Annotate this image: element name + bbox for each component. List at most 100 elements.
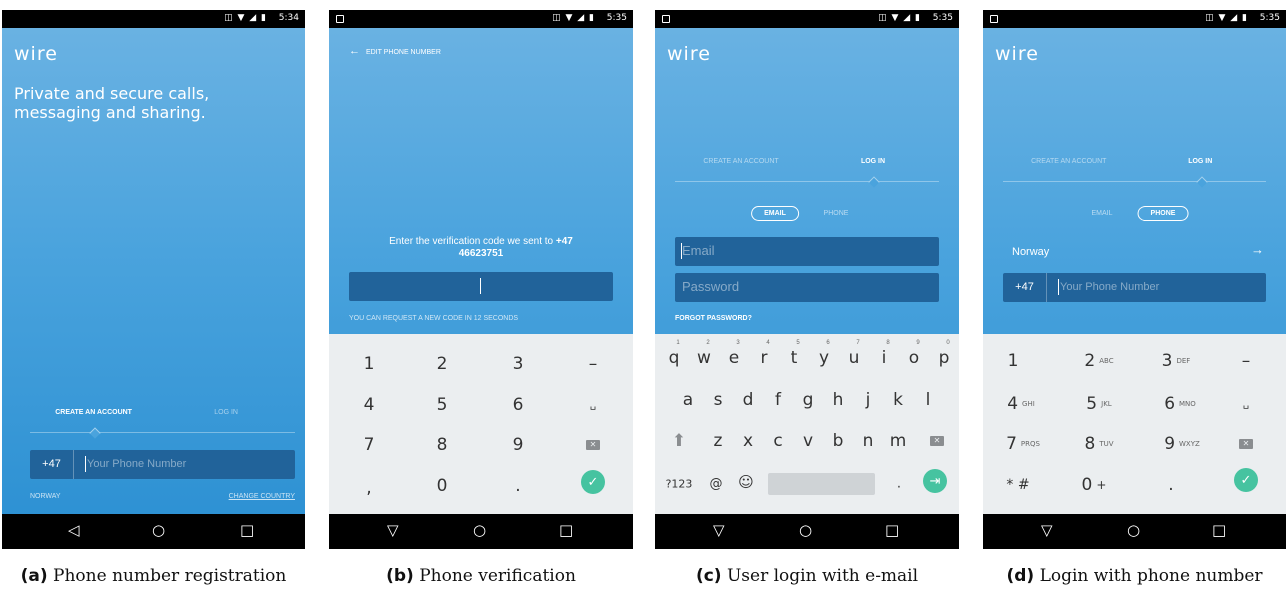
back-nav-icon[interactable]: ▽ [387, 520, 399, 540]
key-dash[interactable]: – [589, 354, 598, 374]
key-6[interactable]: 6 MNO [1164, 394, 1196, 414]
emoji-icon[interactable]: ☺ [738, 473, 754, 491]
key-6[interactable]: 6 [513, 395, 524, 415]
recents-nav-icon[interactable]: □ [240, 520, 254, 540]
back-nav-icon[interactable]: ◁ [68, 520, 80, 540]
key-1[interactable]: 1 [1008, 351, 1019, 371]
key-x[interactable]: x [743, 431, 753, 451]
key-d[interactable]: d [743, 390, 754, 410]
mode-email[interactable]: EMAIL [751, 206, 799, 221]
checkmark-icon[interactable]: ✓ [581, 470, 605, 494]
key-1[interactable]: 1 [364, 354, 375, 374]
shift-icon[interactable]: ⬆ [672, 431, 686, 451]
tab-create-account[interactable]: CREATE AN ACCOUNT [703, 158, 778, 165]
key-r[interactable]: r [761, 348, 768, 368]
key-3[interactable]: 3 [513, 354, 524, 374]
key-i[interactable]: i [882, 348, 887, 368]
at-key[interactable]: @ [710, 477, 723, 492]
key-g[interactable]: g [803, 390, 814, 410]
phone-number-field[interactable]: +47 Your Phone Number [1003, 273, 1266, 302]
mode-email[interactable]: EMAIL [1091, 210, 1112, 217]
forgot-password-link[interactable]: FORGOT PASSWORD? [675, 315, 752, 322]
backspace-icon[interactable]: ✕ [930, 436, 944, 446]
mode-phone[interactable]: PHONE [1137, 206, 1189, 221]
key-u[interactable]: u [849, 348, 860, 368]
key-7[interactable]: 7 [364, 435, 375, 455]
mode-phone[interactable]: PHONE [824, 210, 849, 217]
key-period[interactable]: . [1168, 475, 1173, 495]
phone-number-field[interactable]: +47 Your Phone Number [30, 450, 295, 479]
country-code[interactable]: +47 [1003, 273, 1047, 302]
key-9[interactable]: 9 [513, 435, 524, 455]
key-v[interactable]: v [803, 431, 813, 451]
recents-nav-icon[interactable]: □ [1212, 520, 1226, 540]
key-l[interactable]: l [926, 390, 931, 410]
back-nav-icon[interactable]: ▽ [1041, 520, 1053, 540]
key-p[interactable]: p [939, 348, 950, 368]
key-8[interactable]: 8 TUV [1084, 434, 1113, 454]
key-5[interactable]: 5 JKL [1086, 394, 1111, 414]
key-a[interactable]: a [683, 390, 693, 410]
home-nav-icon[interactable]: ○ [152, 520, 165, 540]
key-star-hash[interactable]: * # [1006, 477, 1029, 493]
tab-log-in[interactable]: LOG IN [214, 409, 238, 416]
key-period[interactable]: . [897, 477, 901, 492]
key-h[interactable]: h [833, 390, 844, 410]
recents-nav-icon[interactable]: □ [885, 520, 899, 540]
key-q[interactable]: q [669, 348, 680, 368]
space-bar[interactable] [768, 473, 875, 495]
verification-code-field[interactable] [349, 272, 613, 301]
key-0[interactable]: 0 + [1082, 475, 1107, 495]
key-t[interactable]: t [791, 348, 798, 368]
tab-create-account[interactable]: CREATE AN ACCOUNT [1031, 158, 1106, 165]
key-n[interactable]: n [863, 431, 874, 451]
key-j[interactable]: j [866, 390, 871, 410]
key-9[interactable]: 9 WXYZ [1164, 434, 1200, 454]
key-k[interactable]: k [893, 390, 903, 410]
password-field[interactable]: Password [675, 273, 939, 302]
key-e[interactable]: e [729, 348, 739, 368]
key-w[interactable]: w [697, 348, 711, 368]
country-selector[interactable]: Norway [1012, 246, 1049, 258]
recents-nav-icon[interactable]: □ [559, 520, 573, 540]
key-f[interactable]: f [775, 390, 781, 410]
key-4[interactable]: 4 [364, 395, 375, 415]
key-s[interactable]: s [714, 390, 723, 410]
key-2[interactable]: 2 [437, 354, 448, 374]
back-nav-icon[interactable]: ▽ [713, 520, 725, 540]
home-nav-icon[interactable]: ○ [473, 520, 486, 540]
key-0[interactable]: 0 [437, 476, 448, 496]
backspace-icon[interactable]: ✕ [1239, 439, 1253, 449]
tab-log-in[interactable]: LOG IN [861, 158, 885, 165]
key-4[interactable]: 4 GHI [1007, 394, 1035, 414]
key-comma[interactable]: , [366, 478, 371, 498]
key-3[interactable]: 3 DEF [1162, 351, 1191, 371]
checkmark-icon[interactable]: ✓ [1234, 468, 1258, 492]
key-m[interactable]: m [890, 431, 907, 451]
key-8[interactable]: 8 [437, 435, 448, 455]
tab-create-account[interactable]: CREATE AN ACCOUNT [55, 409, 132, 416]
country-code[interactable]: +47 [30, 450, 74, 479]
key-2[interactable]: 2 ABC [1084, 351, 1113, 371]
key-7[interactable]: 7 PRQS [1006, 434, 1040, 454]
key-b[interactable]: b [833, 431, 844, 451]
key-y[interactable]: y [819, 348, 829, 368]
tab-log-in[interactable]: LOG IN [1188, 158, 1212, 165]
key-dash[interactable]: – [1242, 351, 1251, 371]
space-key-icon[interactable]: ␣ [590, 400, 596, 411]
key-period[interactable]: . [515, 476, 520, 496]
home-nav-icon[interactable]: ○ [799, 520, 812, 540]
arrow-right-icon[interactable]: → [1251, 242, 1264, 257]
backspace-icon[interactable]: ✕ [586, 440, 600, 450]
back-button[interactable]: ← EDIT PHONE NUMBER [349, 45, 441, 57]
email-field[interactable]: Email [675, 237, 939, 266]
space-key-icon[interactable]: ␣ [1243, 399, 1249, 410]
change-country-link[interactable]: CHANGE COUNTRY [229, 493, 295, 500]
symbols-key[interactable]: ?123 [666, 478, 693, 491]
enter-icon[interactable]: ⇥ [923, 469, 947, 493]
key-5[interactable]: 5 [437, 395, 448, 415]
key-c[interactable]: c [773, 431, 782, 451]
home-nav-icon[interactable]: ○ [1127, 520, 1140, 540]
key-o[interactable]: o [909, 348, 919, 368]
key-z[interactable]: z [714, 431, 723, 451]
